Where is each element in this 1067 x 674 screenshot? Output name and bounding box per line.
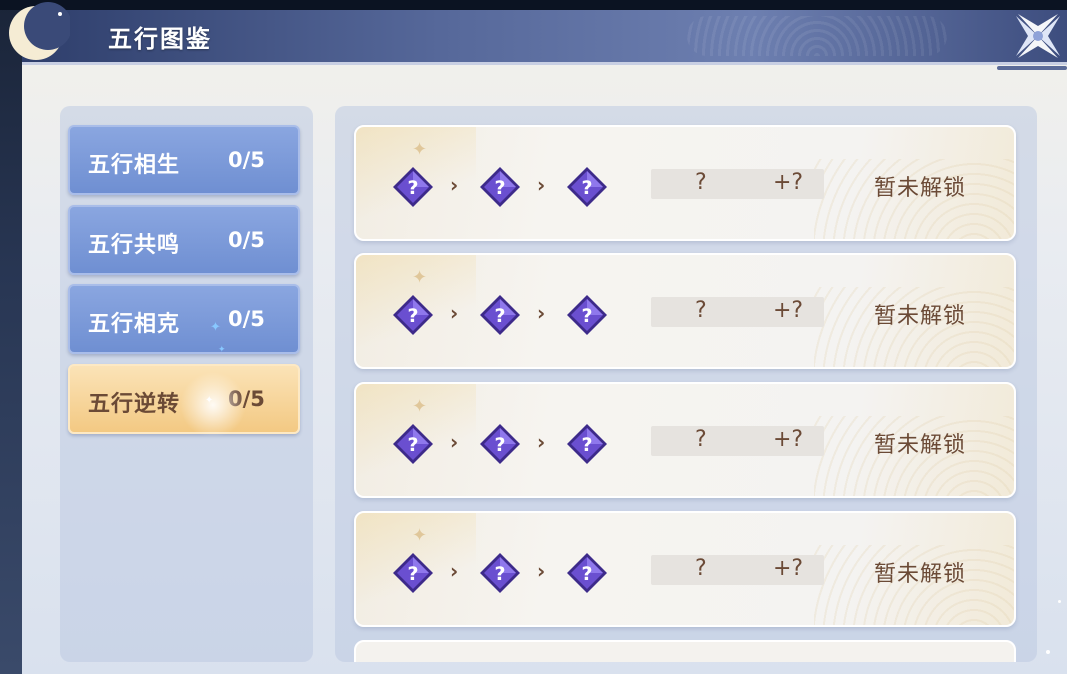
effect-bonus: +? (773, 298, 804, 323)
tab-label: 五行相生 (88, 153, 181, 178)
unknown-element-gem-icon: ? (480, 553, 520, 593)
game-background (0, 0, 24, 674)
star-icon: ✦ (412, 396, 428, 417)
gem-glyph: ? (494, 563, 505, 585)
effect-value-box: ? +? (651, 555, 824, 585)
lock-status: 暂未解锁 (874, 304, 967, 329)
combo-entry-card[interactable]: ✦ ? › ? › ? ? +? 暂未解锁 (354, 253, 1016, 369)
unknown-element-gem-icon: ? (480, 424, 520, 464)
tab-label: 五行逆转 (88, 392, 181, 417)
combo-entry-card[interactable]: ✦ ? › ? › ? ? +? 暂未解锁 (354, 511, 1016, 627)
effect-value: ? (695, 556, 707, 581)
effect-value-box: ? +? (651, 297, 824, 327)
tab-resonance[interactable]: 五行共鸣 0/5 (68, 205, 300, 275)
star-icon: ✦ (412, 139, 428, 160)
unknown-element-gem-icon: ? (567, 553, 607, 593)
unknown-element-gem-icon: ? (567, 295, 607, 335)
tab-label: 五行共鸣 (88, 233, 181, 258)
effect-bonus: +? (773, 170, 804, 195)
sparkle-icon: ✦ (210, 320, 221, 335)
lock-status: 暂未解锁 (874, 433, 967, 458)
combo-entry-card[interactable]: ✦ ? › ? › ? ? +? 暂未解锁 (354, 125, 1016, 241)
tab-progress: 0/5 (228, 148, 265, 172)
chevron-right-icon: › (537, 430, 546, 454)
effect-bonus: +? (773, 427, 804, 452)
effect-value: ? (695, 298, 707, 323)
combo-entry-card-partial[interactable] (354, 640, 1016, 662)
gem-glyph: ? (407, 177, 418, 199)
effect-value-box: ? +? (651, 169, 824, 199)
lock-status: 暂未解锁 (874, 562, 967, 587)
panel-header: 五行图鉴 (22, 10, 1067, 65)
sparkle-dot (1058, 600, 1061, 603)
sparkle-icon: ✦ (205, 395, 214, 406)
gem-glyph: ? (494, 177, 505, 199)
star-icon: ✦ (412, 525, 428, 546)
effect-value-box: ? +? (651, 426, 824, 456)
gem-glyph: ? (581, 177, 592, 199)
gem-glyph: ? (581, 305, 592, 327)
gem-glyph: ? (581, 563, 592, 585)
screen-top-strip (0, 0, 1067, 10)
chevron-right-icon: › (537, 559, 546, 583)
chevron-right-icon: › (537, 173, 546, 197)
unknown-element-gem-icon: ? (393, 553, 433, 593)
unknown-element-gem-icon: ? (567, 424, 607, 464)
chevron-right-icon: › (537, 301, 546, 325)
tab-generating[interactable]: 五行相生 0/5 (68, 125, 300, 195)
crescent-moon-icon (9, 2, 70, 60)
sparkle-icon: ✦ (218, 345, 226, 355)
unknown-element-gem-icon: ? (393, 167, 433, 207)
effect-bonus: +? (773, 556, 804, 581)
tab-progress: 0/5 (228, 228, 265, 252)
gem-glyph: ? (494, 305, 505, 327)
lock-status: 暂未解锁 (874, 176, 967, 201)
tab-label: 五行相克 (88, 312, 181, 337)
effect-value: ? (695, 427, 707, 452)
effect-value: ? (695, 170, 707, 195)
gem-glyph: ? (581, 434, 592, 456)
unknown-element-gem-icon: ? (393, 424, 433, 464)
sparkle-dot (1046, 650, 1050, 654)
unknown-element-gem-icon: ? (480, 167, 520, 207)
unknown-element-gem-icon: ? (480, 295, 520, 335)
gem-glyph: ? (407, 305, 418, 327)
unknown-element-gem-icon: ? (393, 295, 433, 335)
header-cloud-pattern (687, 16, 947, 56)
gem-glyph: ? (494, 434, 505, 456)
tab-overcoming[interactable]: 五行相克 0/5 (68, 284, 300, 354)
tab-progress: 0/5 (228, 387, 265, 411)
chevron-right-icon: › (450, 430, 459, 454)
combo-entry-card[interactable]: ✦ ? › ? › ? ? +? 暂未解锁 (354, 382, 1016, 498)
tab-progress: 0/5 (228, 307, 265, 331)
chevron-right-icon: › (450, 173, 459, 197)
page-title: 五行图鉴 (108, 25, 212, 53)
gem-glyph: ? (407, 434, 418, 456)
star-icon: ✦ (412, 267, 428, 288)
tab-reversal[interactable]: 五行逆转 0/5 (68, 364, 300, 434)
combo-entry-list[interactable]: ✦ ? › ? › ? ? +? 暂未解锁 ✦ ? › ? › ? ? +? 暂… (335, 106, 1037, 662)
chevron-right-icon: › (450, 301, 459, 325)
close-button[interactable] (1010, 0, 1067, 70)
chevron-right-icon: › (450, 559, 459, 583)
close-icon (1016, 14, 1060, 58)
gem-glyph: ? (407, 563, 418, 585)
unknown-element-gem-icon: ? (567, 167, 607, 207)
